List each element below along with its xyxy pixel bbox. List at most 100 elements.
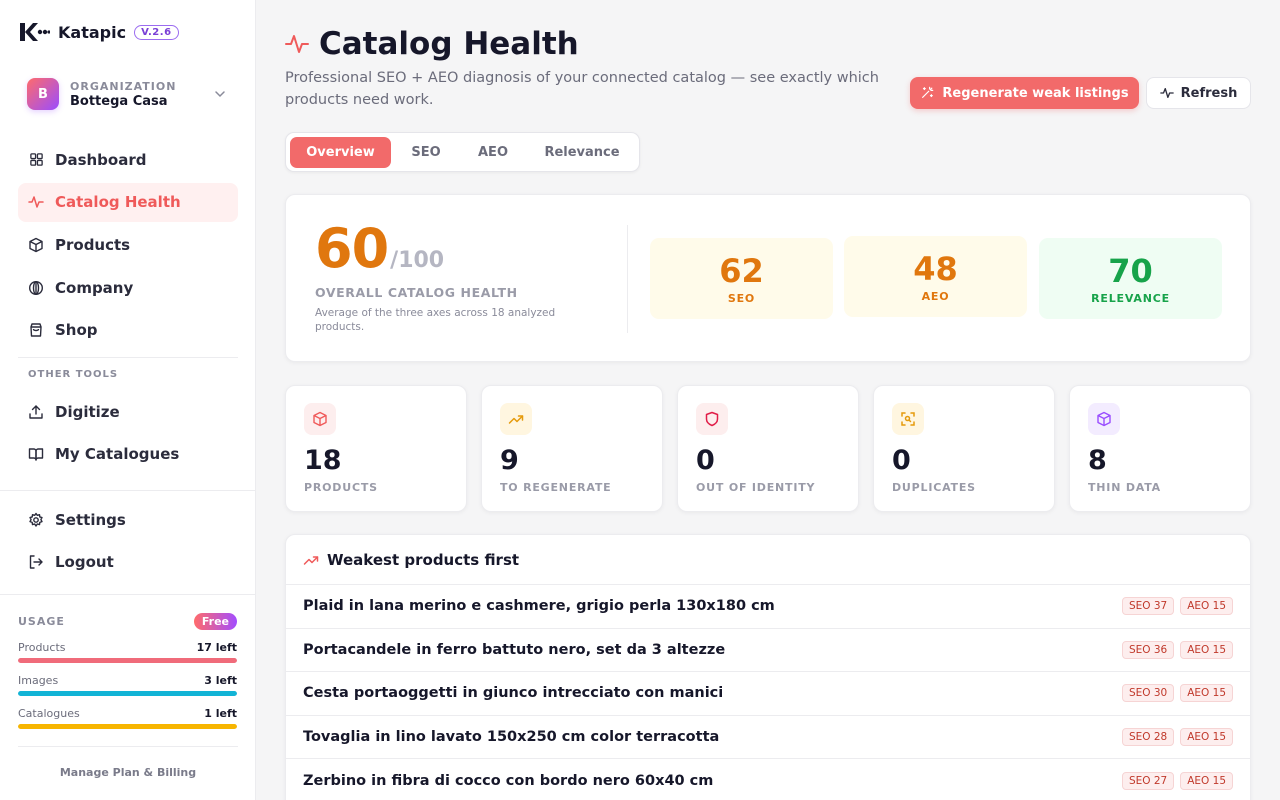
axis-name: SEO <box>727 292 756 305</box>
org-name: Bottega Casa <box>70 93 168 109</box>
nav-label: Shop <box>55 321 98 340</box>
org-caption: ORGANIZATION <box>70 79 177 93</box>
usage-value: 17 left <box>196 641 237 654</box>
box-icon <box>28 237 44 253</box>
seo-score-tile[interactable]: 62 SEO <box>650 238 833 319</box>
usage-value: 1 left <box>204 707 237 720</box>
seo-score-pill: SEO 30 <box>1121 684 1175 703</box>
stat-value: 8 <box>1088 445 1107 476</box>
product-row[interactable]: Tovaglia in lino lavato 150x250 cm color… <box>286 716 1250 760</box>
sidebar: Katapic V.2.6 B ORGANIZATION Bottega Cas… <box>0 0 256 800</box>
stat-name: THIN DATA <box>1088 481 1161 494</box>
usage-row-products: Products 17 left <box>18 641 237 663</box>
stat-value: 18 <box>304 445 342 476</box>
org-avatar: B <box>27 78 59 110</box>
scan-icon <box>901 412 915 426</box>
axis-name: RELEVANCE <box>1091 292 1170 305</box>
product-row[interactable]: Plaid in lana merino e cashmere, grigio … <box>286 585 1250 629</box>
overall-score-value: 60 <box>315 217 389 280</box>
axis-value: 62 <box>719 252 764 290</box>
product-row[interactable]: Zerbino in fibra di cocco con bordo nero… <box>286 759 1250 800</box>
gear-icon <box>28 512 44 528</box>
weakest-products-title: Weakest products first <box>327 550 520 569</box>
regenerate-weak-listings-button[interactable]: Regenerate weak listings <box>910 77 1139 109</box>
seo-score-pill: SEO 37 <box>1121 597 1175 616</box>
overall-score-max: /100 <box>390 248 445 273</box>
usage-panel: USAGE Free Products 17 left Images 3 left … <box>18 612 237 729</box>
tab-aeo[interactable]: AEO <box>461 137 525 168</box>
weakest-products-card: Weakest products first Plaid in lana mer… <box>285 534 1251 800</box>
nav-item-shop[interactable]: Shop <box>18 311 238 350</box>
stat-name: OUT OF IDENTITY <box>696 481 816 494</box>
product-name: Zerbino in fibra di cocco con bordo nero… <box>303 772 714 789</box>
stat-card-thin-data[interactable]: 8 THIN DATA <box>1069 385 1251 512</box>
nav-item-dashboard[interactable]: Dashboard <box>18 140 238 179</box>
stat-card-out-of-identity[interactable]: 0 OUT OF IDENTITY <box>677 385 859 512</box>
stat-name: DUPLICATES <box>892 481 976 494</box>
usage-value: 3 left <box>204 674 237 687</box>
tab-bar: Overview SEO AEO Relevance <box>285 132 640 172</box>
aeo-score-pill: AEO 15 <box>1180 640 1233 659</box>
chevron-down-icon <box>215 91 225 98</box>
page-title: Catalog Health <box>319 26 579 62</box>
usage-bar <box>18 724 237 729</box>
product-name: Cesta portaoggetti in giunco intrecciato… <box>303 685 724 702</box>
refresh-button[interactable]: Refresh <box>1146 77 1251 109</box>
tab-relevance[interactable]: Relevance <box>528 137 636 168</box>
usage-name: Products <box>18 641 66 654</box>
manage-billing-link[interactable]: Manage Plan & Billing <box>0 766 256 779</box>
nav-item-settings[interactable]: Settings <box>18 500 238 539</box>
nav-label: Settings <box>55 510 126 529</box>
overall-score: 60 /100 <box>315 217 444 280</box>
upload-icon <box>28 404 44 420</box>
trending-up-icon <box>508 415 524 424</box>
relevance-score-tile[interactable]: 70 RELEVANCE <box>1039 238 1222 319</box>
nav-item-company[interactable]: Company <box>18 268 238 307</box>
other-tools-nav: Digitize My Catalogues <box>18 392 238 477</box>
usage-row-catalogues: Catalogues 1 left <box>18 707 237 729</box>
product-name: Portacandele in ferro battuto nero, set … <box>303 641 726 658</box>
nav-item-catalog-health[interactable]: Catalog Health <box>18 182 238 222</box>
product-row[interactable]: Cesta portaoggetti in giunco intrecciato… <box>286 672 1250 716</box>
brand[interactable]: Katapic V.2.6 <box>20 20 179 44</box>
page-header: Catalog Health <box>285 26 579 62</box>
aeo-score-tile[interactable]: 48 AEO <box>844 236 1027 317</box>
aeo-score-pill: AEO 15 <box>1180 728 1233 747</box>
seo-score-pill: SEO 27 <box>1121 771 1175 790</box>
tab-seo[interactable]: SEO <box>394 137 458 168</box>
aeo-score-pill: AEO 15 <box>1180 597 1233 616</box>
organization-switcher[interactable]: B ORGANIZATION Bottega Casa <box>18 70 238 118</box>
aeo-score-pill: AEO 15 <box>1180 684 1233 703</box>
stat-badge <box>304 403 336 435</box>
katapic-logo-icon <box>20 21 50 43</box>
nav-item-logout[interactable]: Logout <box>18 543 238 582</box>
stat-badge <box>892 403 924 435</box>
seo-score-pill: SEO 36 <box>1121 640 1175 659</box>
nav-item-products[interactable]: Products <box>18 225 238 264</box>
version-badge: V.2.6 <box>134 24 179 40</box>
aeo-score-pill: AEO 15 <box>1180 771 1233 790</box>
axis-value: 70 <box>1108 252 1153 290</box>
stat-card-duplicates[interactable]: 0 DUPLICATES <box>873 385 1055 512</box>
stat-card-products[interactable]: 18 PRODUCTS <box>285 385 467 512</box>
usage-name: Images <box>18 674 59 687</box>
nav-label: Company <box>55 278 134 297</box>
nav-item-my-catalogues[interactable]: My Catalogues <box>18 435 238 474</box>
footer-divider <box>0 490 256 491</box>
stat-card-to-regenerate[interactable]: 9 TO REGENERATE <box>481 385 663 512</box>
stat-badge <box>696 403 728 435</box>
usage-bar <box>18 691 237 696</box>
plan-badge: Free <box>193 612 237 630</box>
usage-bar-fill <box>18 724 237 729</box>
usage-divider <box>0 594 256 595</box>
shopping-bag-icon <box>28 322 44 338</box>
product-row[interactable]: Portacandele in ferro battuto nero, set … <box>286 629 1250 673</box>
nav-item-digitize[interactable]: Digitize <box>18 392 238 431</box>
stat-name: TO REGENERATE <box>500 481 612 494</box>
tab-overview[interactable]: Overview <box>290 137 391 168</box>
stat-value: 0 <box>892 445 911 476</box>
stat-value: 9 <box>500 445 519 476</box>
grid-icon <box>28 152 44 168</box>
globe-icon <box>28 280 44 296</box>
usage-title: USAGE <box>18 614 65 628</box>
